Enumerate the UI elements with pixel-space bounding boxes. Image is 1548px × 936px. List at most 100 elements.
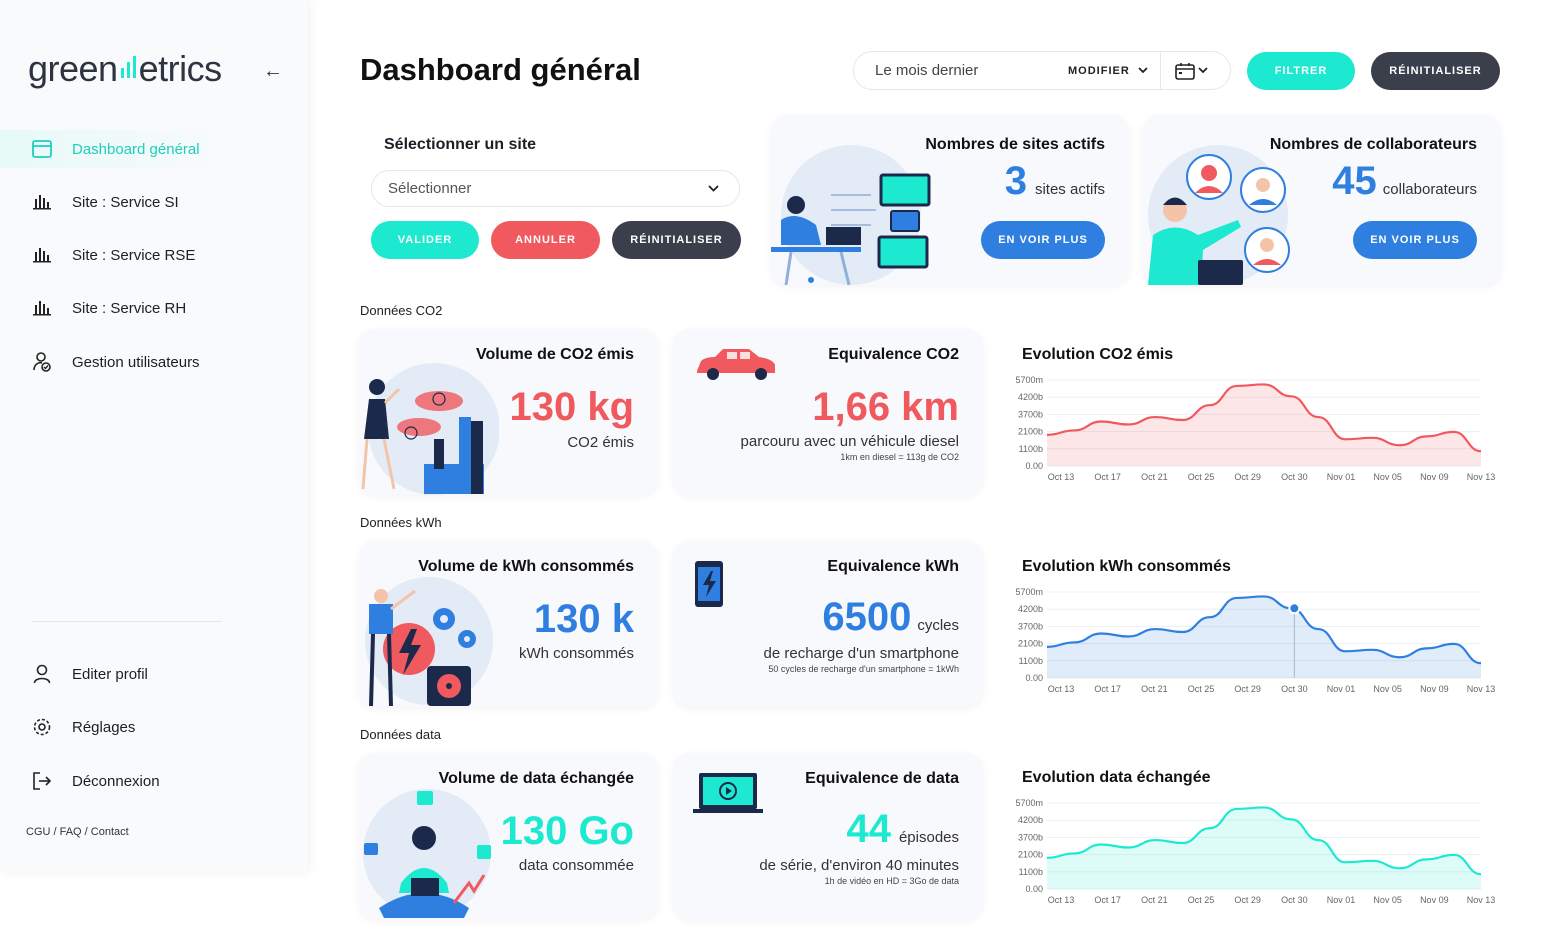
y-tick-label: 5700m xyxy=(1015,798,1043,808)
data-equiv-card: Equivalence de data 44 épisodes de série… xyxy=(673,753,983,919)
dashboard-icon xyxy=(32,139,52,159)
collab-see-more-button[interactable]: EN VOIR PLUS xyxy=(1353,221,1477,259)
data-volume-sub: data consommée xyxy=(518,857,634,874)
laptop-video-icon xyxy=(693,773,763,813)
chevron-down-icon xyxy=(708,185,719,192)
data-equiv-sub: de série, d'environ 40 minutes xyxy=(759,857,959,874)
co2-evolution-chart: 5700m 4200b 3700b 2100b 1100b 0.00 Oct 13 Oct 1… xyxy=(1015,375,1496,482)
highlight-point xyxy=(1288,602,1301,615)
site-select-dropdown[interactable]: Sélectionner xyxy=(371,170,740,207)
period-separator xyxy=(1159,51,1161,90)
logo-bars-icon xyxy=(120,56,136,78)
sites-actifs-value: 3 xyxy=(1004,159,1027,203)
period-value: Le mois dernier xyxy=(875,62,979,79)
bar-chart-icon xyxy=(32,245,52,265)
sidebar-item-service-rse[interactable]: Site : Service RSE xyxy=(0,236,308,274)
co2-equiv-title: Equivalence CO2 xyxy=(828,346,959,363)
x-tick-label: Oct 13 xyxy=(1048,472,1075,482)
sidebar-item-editer-profil[interactable]: Editer profil xyxy=(0,655,308,693)
footer-links[interactable]: CGU / FAQ / Contact xyxy=(26,826,129,838)
x-tick-label: Oct 21 xyxy=(1141,684,1168,694)
period-selector[interactable]: Le mois dernier MODIFIER xyxy=(853,51,1231,90)
filter-button[interactable]: FILTRER xyxy=(1247,52,1355,90)
reset-site-button[interactable]: RÉINITIALISER xyxy=(612,221,741,259)
kwh-equiv-note: 50 cycles de recharge d'un smartphone = … xyxy=(768,664,959,674)
sites-actifs-stat: 3 sites actifs xyxy=(1005,159,1105,204)
collaborateurs-value: 45 xyxy=(1332,159,1377,203)
x-tick-label: Nov 01 xyxy=(1327,472,1356,482)
data-volume-title: Volume de data échangée xyxy=(438,770,634,787)
collapse-sidebar-icon[interactable]: ← xyxy=(263,60,283,83)
validate-button[interactable]: VALIDER xyxy=(371,221,479,259)
sidebar-item-gestion-utilisateurs[interactable]: Gestion utilisateurs xyxy=(0,343,308,381)
co2-volume-value: 130 kg xyxy=(509,385,634,429)
section-label-data: Données data xyxy=(360,727,441,742)
sites-actifs-card: Nombres de sites actifs 3 sites actifs E… xyxy=(771,115,1129,285)
kwh-evolution-chart: 5700m 4200b 3700b 2100b 1100b 0.00 Oct 13 Oct 1… xyxy=(1015,587,1495,694)
x-tick-label: Nov 01 xyxy=(1327,684,1356,694)
cancel-button[interactable]: ANNULER xyxy=(491,221,600,259)
data-evolution-chart: 5700m 4200b 3700b 2100b 1100b 0.00 Oct 13 Oct 1… xyxy=(1015,798,1496,905)
kwh-equiv-title: Equivalence kWh xyxy=(827,558,959,575)
collaborateurs-card: Nombres de collaborateurs 45 collaborate… xyxy=(1143,115,1501,285)
user-check-icon xyxy=(32,352,52,372)
x-tick-label: Oct 25 xyxy=(1188,895,1215,905)
y-tick-label: 0.00 xyxy=(1025,673,1043,683)
section-label-kwh: Données kWh xyxy=(360,515,442,530)
modify-button[interactable]: MODIFIER xyxy=(1068,65,1148,77)
sites-actifs-title: Nombres de sites actifs xyxy=(925,136,1105,153)
kwh-equiv-value: 6500 xyxy=(822,595,912,639)
sidebar-item-label: Site : Service RH xyxy=(72,299,187,317)
x-tick-label: Nov 13 xyxy=(1467,472,1496,482)
x-tick-label: Nov 05 xyxy=(1373,895,1402,905)
kwh-volume-value: 130 k xyxy=(533,597,634,641)
x-tick-label: Oct 17 xyxy=(1094,895,1121,905)
co2-equiv-card: Equivalence CO2 1,66 km parcouru avec un… xyxy=(673,329,983,495)
x-tick-label: Oct 25 xyxy=(1188,472,1215,482)
x-tick-label: Oct 29 xyxy=(1234,472,1261,482)
data-chart-title: Evolution data échangée xyxy=(1022,769,1211,786)
x-tick-label: Nov 01 xyxy=(1327,895,1356,905)
sidebar-item-label: Déconnexion xyxy=(72,772,160,790)
collaborateurs-title: Nombres de collaborateurs xyxy=(1269,136,1477,153)
kwh-chart-title: Evolution kWh consommés xyxy=(1022,558,1231,575)
data-equiv-value: 44 xyxy=(846,807,891,851)
x-tick-label: Nov 09 xyxy=(1420,684,1449,694)
kwh-volume-sub: kWh consommés xyxy=(518,645,634,662)
bar-chart-icon xyxy=(32,298,52,318)
y-tick-label: 3700b xyxy=(1018,832,1043,842)
y-tick-label: 2100b xyxy=(1018,850,1043,860)
page-title: Dashboard général xyxy=(360,52,641,87)
developer-illustration-icon xyxy=(771,145,931,285)
sidebar-item-label: Réglages xyxy=(72,718,136,736)
reset-header-button[interactable]: RÉINITIALISER xyxy=(1371,52,1500,90)
sidebar-item-service-si[interactable]: Site : Service SI xyxy=(0,183,308,221)
kwh-volume-card: Volume de kWh consommés 130 k kWh consom… xyxy=(359,541,658,707)
sidebar-item-reglages[interactable]: Réglages xyxy=(0,708,308,746)
co2-equiv-sub: parcouru avec un véhicule diesel xyxy=(740,433,959,450)
kwh-equiv-sub: de recharge d'un smartphone xyxy=(763,645,960,662)
sidebar-item-deconnexion[interactable]: Déconnexion xyxy=(0,762,308,800)
x-tick-label: Oct 13 xyxy=(1048,895,1075,905)
modify-label: MODIFIER xyxy=(1068,64,1130,77)
collaborateurs-stat: 45 collaborateurs xyxy=(1332,159,1477,204)
x-tick-label: Nov 13 xyxy=(1467,895,1496,905)
x-tick-label: Oct 17 xyxy=(1094,684,1121,694)
x-tick-label: Oct 29 xyxy=(1234,895,1261,905)
calendar-icon xyxy=(1174,62,1195,80)
logo[interactable]: green etrics xyxy=(28,48,222,90)
sidebar-item-dashboard[interactable]: Dashboard général xyxy=(0,130,308,168)
sidebar-item-service-rh[interactable]: Site : Service RH xyxy=(0,289,308,327)
calendar-dropdown[interactable] xyxy=(1174,62,1208,80)
collaborateurs-unit: collaborateurs xyxy=(1382,181,1477,198)
data-equiv-title: Equivalence de data xyxy=(805,770,959,787)
y-tick-label: 4200b xyxy=(1018,815,1043,825)
x-tick-label: Oct 30 xyxy=(1281,472,1308,482)
co2-chart-title: Evolution CO2 émis xyxy=(1022,346,1174,363)
sidebar-item-label: Site : Service SI xyxy=(72,193,179,211)
y-tick-label: 4200b xyxy=(1018,392,1043,402)
series-area xyxy=(1047,384,1481,466)
section-label-co2: Données CO2 xyxy=(360,303,443,318)
x-tick-label: Oct 13 xyxy=(1048,684,1075,694)
sites-see-more-button[interactable]: EN VOIR PLUS xyxy=(981,221,1105,259)
